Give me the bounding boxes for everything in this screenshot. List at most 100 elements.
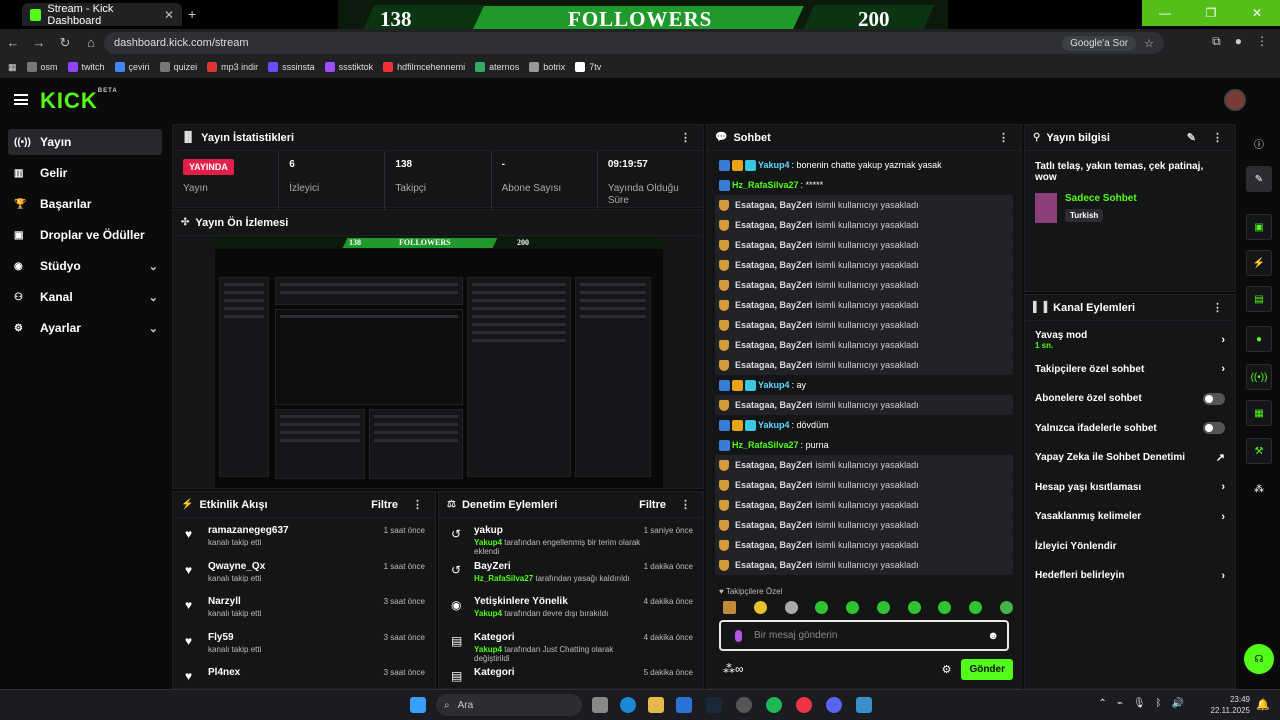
channel-action-goals[interactable]: Hedefleri belirleyin ›: [1025, 561, 1235, 591]
support-icon[interactable]: ☊: [1244, 644, 1274, 674]
sidebar-item-studyo[interactable]: ◉ Stüdyo ⌄: [8, 253, 162, 279]
start-icon[interactable]: [410, 697, 426, 713]
channel-action-slow-mode[interactable]: Yavaş mod 1 sn. ›: [1025, 325, 1235, 355]
notification-bell-icon[interactable]: 🔔: [1256, 698, 1270, 711]
bookmark-item[interactable]: hdfilmcehennemi: [383, 62, 465, 72]
emote-icon[interactable]: [815, 601, 829, 614]
channel-action-redirect[interactable]: İzleyici Yönlendir: [1025, 532, 1235, 562]
bookmark-item[interactable]: mp3 indir: [207, 62, 258, 72]
sidebar-item-ayarlar[interactable]: ⚙ Ayarlar ⌄: [8, 315, 162, 341]
channel-action-emote-chat[interactable]: Yalnızca ifadelerle sohbet: [1025, 414, 1235, 444]
chat-username[interactable]: Hz_RafaSilva27: [732, 180, 799, 190]
broadcast-icon[interactable]: ((•)): [1246, 364, 1272, 390]
maximize-icon[interactable]: ❐: [1188, 0, 1234, 26]
url-input[interactable]: dashboard.kick.com/stream Google'a Sor ☆: [104, 32, 1164, 54]
bookmark-item[interactable]: osm: [26, 62, 58, 72]
sidebar-item-yayin[interactable]: ((•)) Yayın: [8, 129, 162, 155]
new-tab-icon[interactable]: +: [188, 6, 196, 22]
channel-action-account-age[interactable]: Hesap yaşı kısıtlaması ›: [1025, 473, 1235, 503]
close-window-icon[interactable]: ✕: [1234, 0, 1280, 26]
apps-icon[interactable]: ⁂: [1246, 476, 1272, 502]
emote-icon[interactable]: [907, 601, 921, 614]
more-options-icon[interactable]: ⋮: [1212, 301, 1223, 314]
kick-logo[interactable]: KICKBETA: [40, 88, 118, 114]
sidebar-item-kanal[interactable]: ⚇ Kanal ⌄: [8, 284, 162, 310]
microphone-icon[interactable]: [735, 629, 742, 642]
more-options-icon[interactable]: ⋮: [680, 131, 691, 144]
toggle-switch[interactable]: [1203, 392, 1225, 405]
chat-settings-icon[interactable]: ⚙: [942, 663, 952, 676]
chevron-up-icon[interactable]: ⌃: [1098, 698, 1106, 709]
app-icon[interactable]: [856, 697, 872, 713]
sidebar-item-droplar[interactable]: ▣ Droplar ve Ödüller: [8, 222, 162, 248]
sidebar-item-basarilar[interactable]: 🏆 Başarılar: [8, 191, 162, 217]
more-options-icon[interactable]: ⋮: [998, 131, 1009, 144]
task-view-icon[interactable]: [592, 697, 608, 713]
hamburger-menu-icon[interactable]: [14, 94, 28, 105]
channel-action-follower-chat[interactable]: Takipçilere özel sohbet ›: [1025, 355, 1235, 385]
emote-icon[interactable]: [876, 601, 890, 614]
info-icon[interactable]: ⓘ: [1246, 130, 1272, 156]
bookmark-item[interactable]: çeviri: [114, 62, 150, 72]
bookmark-item[interactable]: botrix: [529, 62, 565, 72]
menu-icon[interactable]: ⋮: [1256, 34, 1268, 49]
browser-tab[interactable]: Stream - Kick Dashboard ✕: [22, 3, 182, 27]
app-icon[interactable]: [736, 697, 752, 713]
more-options-icon[interactable]: ⋮: [1212, 131, 1223, 144]
home-icon[interactable]: ⌂: [78, 35, 104, 50]
chat-username[interactable]: Yakup4: [758, 380, 790, 390]
clock[interactable]: 23:49 22.11.2025: [1211, 694, 1250, 716]
bookmark-item[interactable]: aternos: [475, 62, 519, 72]
bookmark-item[interactable]: quizei: [159, 62, 197, 72]
stream-preview-video[interactable]: 138 FOLLOWERS 200: [215, 237, 663, 488]
bookmark-item[interactable]: sssinsta: [268, 62, 315, 72]
store-icon[interactable]: [676, 697, 692, 713]
bolt-icon[interactable]: ⚡: [1246, 250, 1272, 276]
document-icon[interactable]: ▤: [1246, 286, 1272, 312]
reload-icon[interactable]: ↻: [52, 35, 78, 51]
user-avatar[interactable]: [1224, 89, 1246, 111]
edge-icon[interactable]: [620, 697, 636, 713]
chrome-icon[interactable]: [796, 697, 812, 713]
mic-icon[interactable]: 🎙: [1133, 698, 1146, 709]
qr-icon[interactable]: ▣: [1246, 214, 1272, 240]
channel-action-subscriber-chat[interactable]: Abonelere özel sohbet: [1025, 384, 1235, 414]
bookmark-star-icon[interactable]: ☆: [1144, 37, 1154, 50]
chat-message-list[interactable]: Yakup4: bonenin chatte yakup yazmak yasa…: [715, 155, 1013, 575]
steam-icon[interactable]: [706, 697, 722, 713]
emote-icon[interactable]: [846, 601, 860, 614]
filter-button[interactable]: Filtre: [639, 499, 666, 511]
network-icon[interactable]: ⌁: [1117, 698, 1123, 709]
file-explorer-icon[interactable]: [648, 697, 664, 713]
emoji-icon[interactable]: ☻: [987, 630, 999, 642]
edit-icon[interactable]: ✎: [1187, 131, 1196, 144]
toggle-switch[interactable]: [1203, 422, 1225, 435]
bluetooth-icon[interactable]: ᛒ: [1156, 698, 1162, 709]
emote-icon[interactable]: [723, 601, 736, 614]
taskbar-search[interactable]: ⌕ Ara: [436, 694, 582, 716]
apps-icon[interactable]: ▦: [8, 62, 17, 73]
category-name[interactable]: Sadece Sohbet: [1065, 193, 1137, 204]
emote-icon[interactable]: [753, 601, 767, 614]
wrench-icon[interactable]: ⚒: [1246, 438, 1272, 464]
spotify-icon[interactable]: [766, 697, 782, 713]
edit-layout-icon[interactable]: ✎: [1246, 166, 1272, 192]
emote-icon[interactable]: [999, 601, 1013, 614]
chat-bubble-icon[interactable]: ●: [1246, 326, 1272, 352]
chat-username[interactable]: Hz_RafaSilva27: [732, 440, 799, 450]
bookmark-item[interactable]: 7tv: [575, 62, 601, 72]
chat-message-input[interactable]: Bir mesaj gönderin ☻: [719, 620, 1009, 651]
media-icon[interactable]: ▦: [1246, 400, 1272, 426]
profile-avatar[interactable]: ●: [1235, 34, 1242, 49]
send-button[interactable]: Gönder: [961, 658, 1013, 680]
minimize-icon[interactable]: —: [1142, 0, 1188, 26]
volume-icon[interactable]: 🔊: [1172, 698, 1184, 709]
channel-action-ai-moderation[interactable]: Yapay Zeka ile Sohbet Denetimi ↗: [1025, 443, 1235, 473]
google-lens-button[interactable]: Google'a Sor: [1062, 35, 1137, 51]
emote-icon[interactable]: [969, 601, 983, 614]
filter-button[interactable]: Filtre: [371, 499, 398, 511]
bookmark-item[interactable]: ssstiktok: [324, 62, 373, 72]
more-options-icon[interactable]: ⋮: [680, 498, 691, 511]
more-options-icon[interactable]: ⋮: [412, 498, 423, 511]
sidebar-item-gelir[interactable]: ▥ Gelir: [8, 160, 162, 186]
